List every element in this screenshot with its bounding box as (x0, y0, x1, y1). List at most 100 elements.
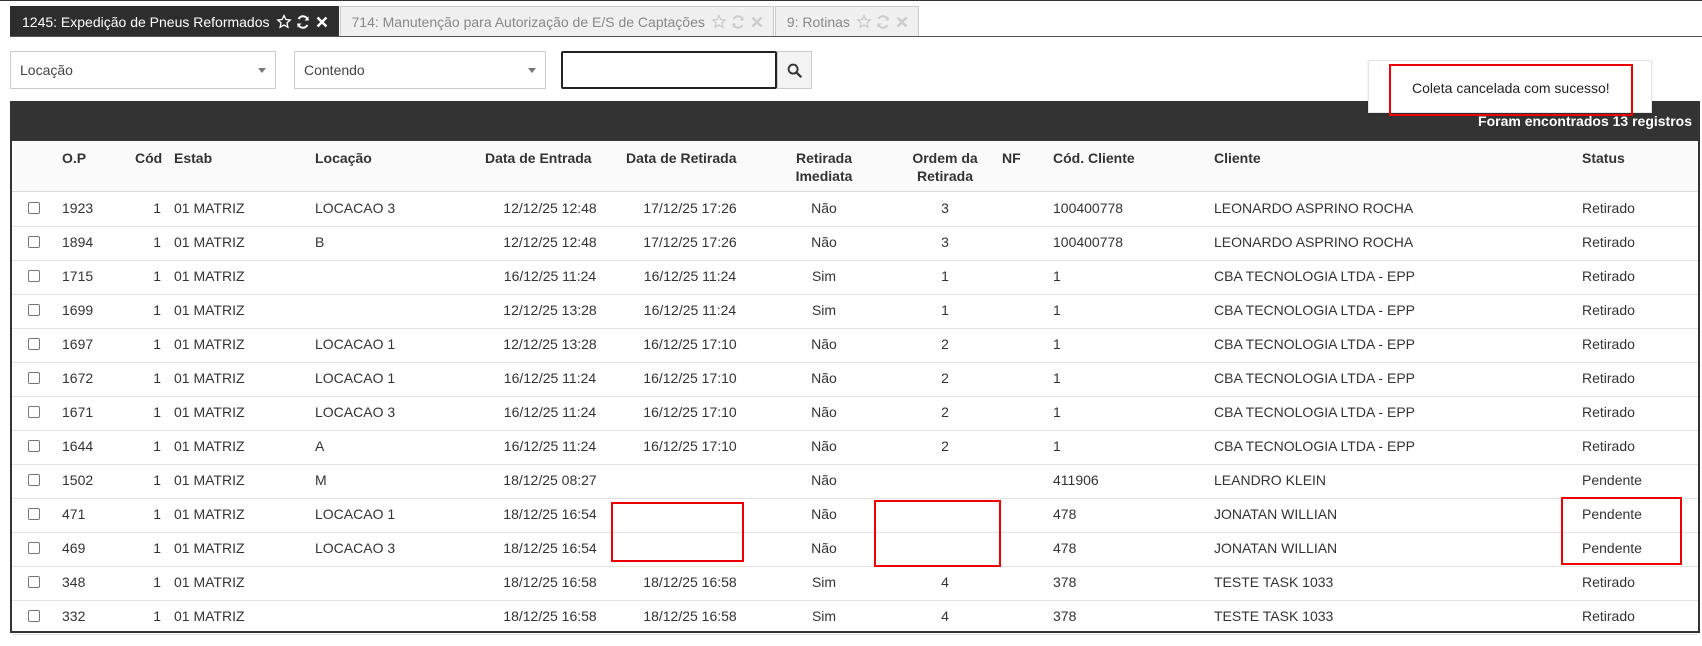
col-header-ordem-retirada[interactable]: Ordem da Retirada (897, 149, 993, 185)
cell-estab: 01 MATRIZ (174, 608, 245, 624)
table-row[interactable]: 1502 1 01 MATRIZ M 18/12/25 08:27 Não 411906 LE… (12, 464, 1698, 499)
cell-locacao: LOCACAO 3 (315, 200, 396, 216)
row-checkbox[interactable] (28, 338, 40, 350)
close-icon[interactable] (894, 14, 910, 30)
row-checkbox[interactable] (28, 474, 40, 486)
table-row[interactable]: 1644 1 01 MATRIZ A 16/12/25 11:24 16/12/25 17… (12, 430, 1698, 465)
cell-op: 1697 (62, 336, 94, 352)
cell-locacao: B (315, 234, 325, 250)
table-row[interactable]: 1923 1 01 MATRIZ LOCACAO 3 12/12/25 12:48 17/… (12, 192, 1698, 227)
col-header-nf[interactable]: NF (1002, 149, 1021, 167)
cell-estab: 01 MATRIZ (174, 506, 245, 522)
refresh-icon[interactable] (730, 14, 746, 30)
table-row[interactable]: 1894 1 01 MATRIZ B 12/12/25 12:48 17/12/25 17… (12, 226, 1698, 261)
cell-cod-cliente: 1 (1053, 302, 1061, 318)
search-input[interactable] (561, 51, 777, 89)
cell-cliente: CBA TECNOLOGIA LTDA - EPP (1214, 268, 1415, 284)
cell-cliente: JONATAN WILLIAN (1214, 540, 1338, 556)
col-header-data-retirada[interactable]: Data de Retirada (626, 149, 736, 167)
row-checkbox[interactable] (28, 440, 40, 452)
tab-expedicao[interactable]: 1245: Expedição de Pneus Reformados (10, 6, 339, 36)
cell-cod: 1 (153, 472, 161, 488)
cell-ordem: 1 (941, 268, 949, 284)
cell-cliente: LEONARDO ASPRINO ROCHA (1214, 234, 1414, 250)
col-header-cod-cliente[interactable]: Cód. Cliente (1053, 149, 1135, 167)
cell-entrada: 18/12/25 08:27 (503, 472, 597, 488)
tab-bar: 1245: Expedição de Pneus Reformados 714:… (10, 6, 920, 37)
col-header-estab[interactable]: Estab (174, 149, 212, 167)
operator-select-value: Contendo (304, 62, 365, 78)
row-checkbox[interactable] (28, 202, 40, 214)
tab-label: 714: Manutenção para Autorização de E/S … (351, 13, 705, 30)
chevron-down-icon (258, 68, 266, 73)
cell-estab: 01 MATRIZ (174, 234, 245, 250)
field-select-value: Locação (20, 62, 73, 78)
row-checkbox[interactable] (28, 304, 40, 316)
cell-retirada: 17/12/25 17:26 (643, 234, 737, 250)
tab-rotinas[interactable]: 9: Rotinas (774, 6, 919, 36)
field-select[interactable]: Locação (10, 51, 276, 89)
col-header-retirada-imediata[interactable]: Retirada Imediata (776, 149, 872, 185)
top-border (0, 0, 1702, 1)
toast-notification: Coleta cancelada com sucesso! (1368, 60, 1652, 113)
cell-ordem: 3 (941, 234, 949, 250)
cell-cliente: CBA TECNOLOGIA LTDA - EPP (1214, 370, 1415, 386)
toast-message: Coleta cancelada com sucesso! (1412, 80, 1610, 96)
table-row[interactable]: 1715 1 01 MATRIZ 16/12/25 11:24 16/12/25 11:… (12, 260, 1698, 295)
star-icon[interactable] (711, 13, 727, 30)
cell-entrada: 12/12/25 13:28 (503, 336, 597, 352)
table-row[interactable]: 348 1 01 MATRIZ 18/12/25 16:58 18/12/25 16:5… (12, 566, 1698, 601)
close-icon[interactable] (749, 14, 765, 30)
header-line: Retirada (916, 168, 974, 184)
cell-ordem: 2 (941, 370, 949, 386)
header-line: Imediata (795, 168, 853, 184)
cell-op: 1715 (62, 268, 94, 284)
table-row[interactable]: 469 1 01 MATRIZ LOCACAO 3 18/12/25 16:54 Não 4… (12, 532, 1698, 567)
table-row[interactable]: 1697 1 01 MATRIZ LOCACAO 1 12/12/25 13:28 16/… (12, 328, 1698, 363)
cell-entrada: 16/12/25 11:24 (503, 438, 597, 454)
table-row[interactable]: 1672 1 01 MATRIZ LOCACAO 1 16/12/25 11:24 16/… (12, 362, 1698, 397)
cell-cod: 1 (153, 200, 161, 216)
col-header-data-entrada[interactable]: Data de Entrada (485, 149, 592, 167)
col-header-cod[interactable]: Cód (135, 149, 162, 167)
row-checkbox[interactable] (28, 406, 40, 418)
operator-select[interactable]: Contendo (294, 51, 546, 89)
cell-retirada: 16/12/25 17:10 (643, 438, 737, 454)
cell-ordem: 2 (941, 404, 949, 420)
row-checkbox[interactable] (28, 576, 40, 588)
row-checkbox[interactable] (28, 542, 40, 554)
cell-status: Pendente (1582, 472, 1642, 488)
table-row[interactable]: 471 1 01 MATRIZ LOCACAO 1 18/12/25 16:54 Não 4… (12, 498, 1698, 533)
cell-cod: 1 (153, 234, 161, 250)
row-checkbox[interactable] (28, 270, 40, 282)
refresh-icon[interactable] (295, 14, 311, 30)
cell-locacao: A (315, 438, 325, 454)
close-icon[interactable] (314, 14, 330, 30)
row-checkbox[interactable] (28, 610, 40, 622)
star-icon[interactable] (856, 13, 872, 30)
records-count: Foram encontrados 13 registros (1478, 113, 1692, 129)
cell-cod-cliente: 411906 (1053, 472, 1099, 488)
col-header-op[interactable]: O.P (62, 149, 86, 167)
cell-cod: 1 (153, 608, 161, 624)
table-row[interactable]: 1699 1 01 MATRIZ 12/12/25 13:28 16/12/25 11:… (12, 294, 1698, 329)
row-checkbox[interactable] (28, 372, 40, 384)
col-header-locacao[interactable]: Locação (315, 149, 372, 167)
cell-op: 469 (62, 540, 86, 556)
cell-ordem: 4 (941, 608, 949, 624)
table-row[interactable]: 332 1 01 MATRIZ 18/12/25 16:58 18/12/25 16:5… (12, 600, 1698, 635)
row-checkbox[interactable] (28, 236, 40, 248)
search-button[interactable] (777, 51, 812, 89)
col-header-cliente[interactable]: Cliente (1214, 149, 1261, 167)
star-icon[interactable] (275, 13, 292, 30)
refresh-icon[interactable] (875, 14, 891, 30)
data-grid: Foram encontrados 13 registros O.P Cód E… (10, 101, 1700, 635)
cell-ordem: 4 (941, 574, 949, 590)
col-header-status[interactable]: Status (1582, 149, 1625, 167)
row-checkbox[interactable] (28, 508, 40, 520)
cell-op: 1671 (62, 404, 94, 420)
cell-estab: 01 MATRIZ (174, 438, 245, 454)
table-row[interactable]: 1671 1 01 MATRIZ LOCACAO 3 16/12/25 11:24 16/… (12, 396, 1698, 431)
tab-manutencao[interactable]: 714: Manutenção para Autorização de E/S … (339, 6, 774, 36)
cell-ordem: 2 (941, 438, 949, 454)
